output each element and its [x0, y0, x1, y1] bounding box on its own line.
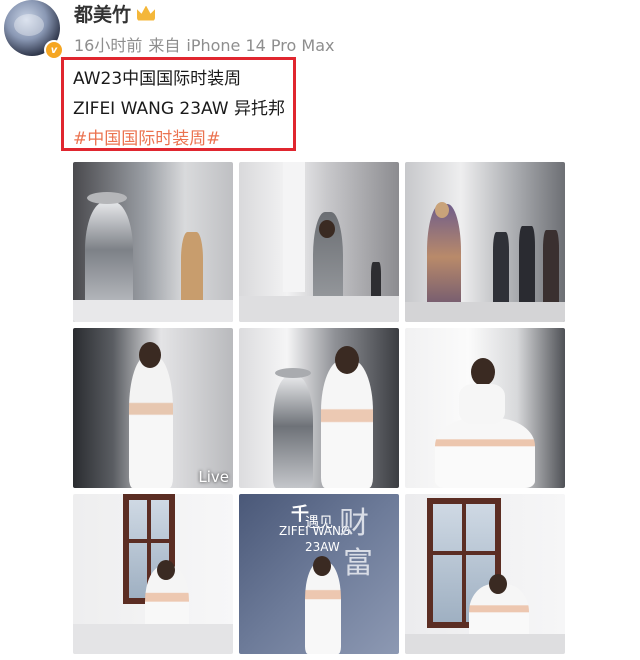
post-time[interactable]: 16小时前 — [74, 36, 142, 55]
username[interactable]: 都美竹 — [74, 0, 131, 27]
backdrop-text-2: 财 — [339, 506, 369, 541]
backdrop-season: 23AW — [305, 540, 340, 554]
name-row: 都美竹 — [74, 0, 156, 27]
photo-grid: Live 千 ZIFEI WANG 23AW 遇见 财 富 — [73, 162, 565, 654]
post-meta: 16小时前 来自 iPhone 14 Pro Max — [74, 32, 340, 56]
photo-4[interactable]: Live — [73, 328, 233, 488]
photo-9[interactable] — [405, 494, 565, 654]
backdrop-text-3: 富 — [343, 546, 373, 581]
backdrop-text-1: 遇见 — [305, 515, 333, 531]
source-device: iPhone 14 Pro Max — [186, 36, 335, 55]
photo-5[interactable] — [239, 328, 399, 488]
vip-crown-icon — [137, 5, 156, 21]
topic-hashtag-link[interactable]: #中国国际时装周# — [73, 124, 221, 149]
photo-8[interactable]: 千 ZIFEI WANG 23AW 遇见 财 富 — [239, 494, 399, 654]
photo-3[interactable] — [405, 162, 565, 322]
post-text-line-2: ZIFEI WANG 23AW 异托邦 — [73, 99, 285, 119]
post-text-line-1: AW23中国国际时装周 — [73, 69, 242, 89]
photo-2[interactable] — [239, 162, 399, 322]
live-photo-badge: Live — [198, 468, 229, 486]
source-prefix: 来自 — [148, 36, 181, 55]
photo-1[interactable] — [73, 162, 233, 322]
photo-7[interactable] — [73, 494, 233, 654]
photo-6[interactable] — [405, 328, 565, 488]
